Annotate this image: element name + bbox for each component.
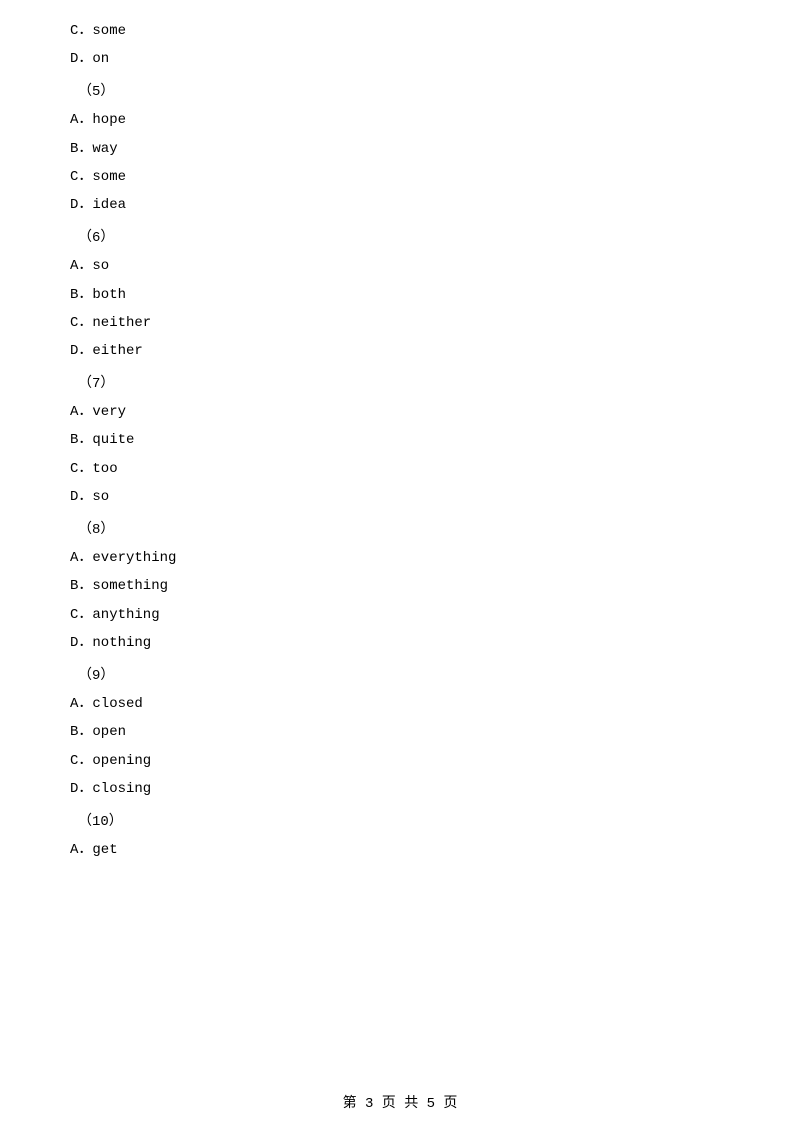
- option-line: D．so: [70, 486, 730, 508]
- option-line: A．so: [70, 255, 730, 277]
- option-line: A．get: [70, 839, 730, 861]
- option-line: B．both: [70, 284, 730, 306]
- option-line: B．open: [70, 721, 730, 743]
- option-line: A．closed: [70, 693, 730, 715]
- section-number: （7）: [70, 373, 730, 395]
- option-line: A．hope: [70, 109, 730, 131]
- option-line: C．some: [70, 20, 730, 42]
- section-number: （5）: [70, 81, 730, 103]
- option-line: C．too: [70, 458, 730, 480]
- section-number: （9）: [70, 665, 730, 687]
- option-line: D．closing: [70, 778, 730, 800]
- main-content: C．some D．on （5） A．hope B．way C．some D．idea （6） A…: [0, 0, 800, 927]
- option-line: A．everything: [70, 547, 730, 569]
- option-line: C．anything: [70, 604, 730, 626]
- option-line: B．quite: [70, 429, 730, 451]
- option-line: A．very: [70, 401, 730, 423]
- section-number: （6）: [70, 227, 730, 249]
- option-line: C．neither: [70, 312, 730, 334]
- section-number: （10）: [70, 811, 730, 833]
- option-line: C．some: [70, 166, 730, 188]
- option-line: D．idea: [70, 194, 730, 216]
- option-line: D．nothing: [70, 632, 730, 654]
- option-line: C．opening: [70, 750, 730, 772]
- option-line: D．on: [70, 48, 730, 70]
- option-line: D．either: [70, 340, 730, 362]
- option-line: B．way: [70, 138, 730, 160]
- page-footer: 第 3 页 共 5 页: [0, 1092, 800, 1112]
- option-line: B．something: [70, 575, 730, 597]
- section-number: （8）: [70, 519, 730, 541]
